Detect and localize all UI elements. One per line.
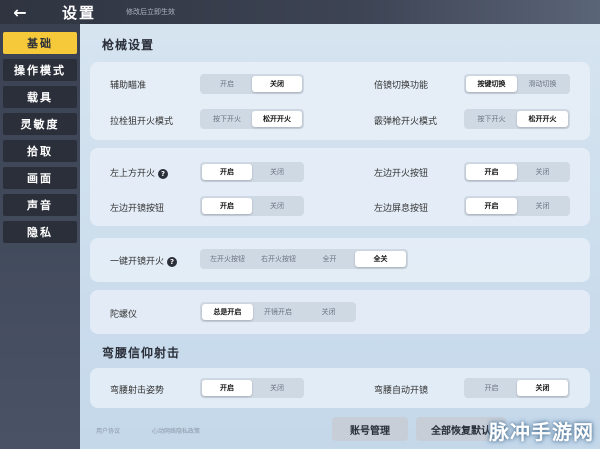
top-left-fire-toggle[interactable]: 开启 关闭 — [200, 162, 304, 182]
gyro-off[interactable]: 关闭 — [303, 304, 354, 320]
sidebar-item-sound[interactable]: 声音 — [3, 194, 77, 216]
label-crouch-auto-scope: 弯腰自动开镜 — [374, 386, 429, 396]
section-title-crouch: 弯腰信仰射击 — [102, 346, 181, 360]
label-left-fire-btn: 左边开火按钮 — [374, 169, 429, 179]
sidebar-item-basic[interactable]: 基础 — [3, 32, 77, 54]
scope-switch-key[interactable]: 按键切换 — [466, 76, 517, 92]
one-key-scope-toggle[interactable]: 左开火按钮 右开火按钮 全开 全关 — [200, 249, 408, 269]
crouch-pose-on[interactable]: 开启 — [202, 380, 252, 396]
crouch-pose-toggle[interactable]: 开启 关闭 — [200, 378, 304, 398]
top-left-fire-off[interactable]: 关闭 — [252, 164, 302, 180]
account-management-button[interactable]: 账号管理 — [332, 417, 408, 441]
bolt-fire-toggle[interactable]: 按下开火 松开开火 — [200, 109, 304, 129]
crouch-auto-scope-off[interactable]: 关闭 — [517, 380, 568, 396]
sidebar-item-graphics[interactable]: 画面 — [3, 167, 77, 189]
section-title-gun: 枪械设置 — [102, 38, 155, 52]
gyro-scope[interactable]: 开镜开启 — [253, 304, 304, 320]
watermark-logo: 脉冲手游网 — [489, 420, 594, 444]
left-scope-btn-toggle[interactable]: 开启 关闭 — [200, 196, 304, 216]
crouch-auto-scope-toggle[interactable]: 开启 关闭 — [464, 378, 570, 398]
sidebar-item-control-mode[interactable]: 操作模式 — [3, 59, 77, 81]
page-title: 设置 — [62, 3, 97, 22]
crouch-pose-off[interactable]: 关闭 — [252, 380, 302, 396]
top-bar: ← 设置 修改后立即生效 — [0, 0, 600, 24]
one-key-scope-all-on[interactable]: 全开 — [304, 251, 355, 267]
gyro-toggle[interactable]: 总是开启 开镜开启 关闭 — [200, 302, 356, 322]
label-gyro: 陀螺仪 — [110, 310, 138, 320]
settings-panel: 枪械设置 辅助瞄准 开启 关闭 倍镜切换功能 按键切换 滑动切换 拉栓狙开火模式… — [80, 24, 600, 449]
privacy-policy-link[interactable]: 心动网络隐私政策 — [152, 426, 200, 435]
left-fire-btn-toggle[interactable]: 开启 关闭 — [464, 162, 570, 182]
label-bolt-fire: 拉栓狙开火模式 — [110, 117, 174, 127]
label-aim-assist: 辅助瞄准 — [110, 81, 147, 91]
label-shotgun-fire: 霰弹枪开火模式 — [374, 117, 438, 127]
bolt-fire-press[interactable]: 按下开火 — [202, 111, 252, 127]
help-icon[interactable]: ? — [167, 256, 178, 267]
left-fire-btn-on[interactable]: 开启 — [466, 164, 517, 180]
label-left-hold-breath: 左边屏息按钮 — [374, 204, 429, 214]
sidebar-item-sensitivity[interactable]: 灵敏度 — [3, 113, 77, 135]
one-key-scope-right[interactable]: 右开火按钮 — [253, 251, 304, 267]
one-key-scope-left[interactable]: 左开火按钮 — [202, 251, 253, 267]
gyro-always[interactable]: 总是开启 — [202, 304, 253, 320]
crouch-auto-scope-on[interactable]: 开启 — [466, 380, 517, 396]
aim-assist-on[interactable]: 开启 — [202, 76, 252, 92]
label-crouch-pose: 弯腰射击姿势 — [110, 386, 165, 396]
sidebar-item-pickup[interactable]: 拾取 — [3, 140, 77, 162]
sidebar-item-vehicle[interactable]: 载具 — [3, 86, 77, 108]
left-hold-breath-off[interactable]: 关闭 — [517, 198, 568, 214]
left-hold-breath-on[interactable]: 开启 — [466, 198, 517, 214]
sidebar-item-privacy[interactable]: 隐私 — [3, 221, 77, 243]
label-scope-switch: 倍镜切换功能 — [374, 81, 429, 91]
bolt-fire-release[interactable]: 松开开火 — [252, 111, 302, 127]
sidebar: 基础 操作模式 载具 灵敏度 拾取 画面 声音 隐私 — [0, 24, 80, 449]
scope-switch-slide[interactable]: 滑动切换 — [517, 76, 568, 92]
help-icon[interactable]: ? — [158, 168, 169, 179]
scope-switch-toggle[interactable]: 按键切换 滑动切换 — [464, 74, 570, 94]
left-hold-breath-toggle[interactable]: 开启 关闭 — [464, 196, 570, 216]
aim-assist-off[interactable]: 关闭 — [252, 76, 302, 92]
header-hint: 修改后立即生效 — [126, 8, 176, 16]
back-button[interactable]: ← — [0, 0, 40, 24]
shotgun-fire-toggle[interactable]: 按下开火 松开开火 — [464, 109, 570, 129]
arrow-left-icon: ← — [13, 2, 27, 22]
left-fire-btn-off[interactable]: 关闭 — [517, 164, 568, 180]
label-top-left-fire: 左上方开火? — [110, 166, 169, 179]
shotgun-fire-release[interactable]: 松开开火 — [517, 111, 568, 127]
left-scope-btn-off[interactable]: 关闭 — [252, 198, 302, 214]
shotgun-fire-press[interactable]: 按下开火 — [466, 111, 517, 127]
left-scope-btn-on[interactable]: 开启 — [202, 198, 252, 214]
user-agreement-link[interactable]: 用户协议 — [96, 426, 120, 435]
label-one-key-scope: 一键开镜开火? — [110, 254, 178, 267]
label-left-scope-btn: 左边开镜按钮 — [110, 204, 165, 214]
top-left-fire-on[interactable]: 开启 — [202, 164, 252, 180]
one-key-scope-all-off[interactable]: 全关 — [355, 251, 406, 267]
aim-assist-toggle[interactable]: 开启 关闭 — [200, 74, 304, 94]
